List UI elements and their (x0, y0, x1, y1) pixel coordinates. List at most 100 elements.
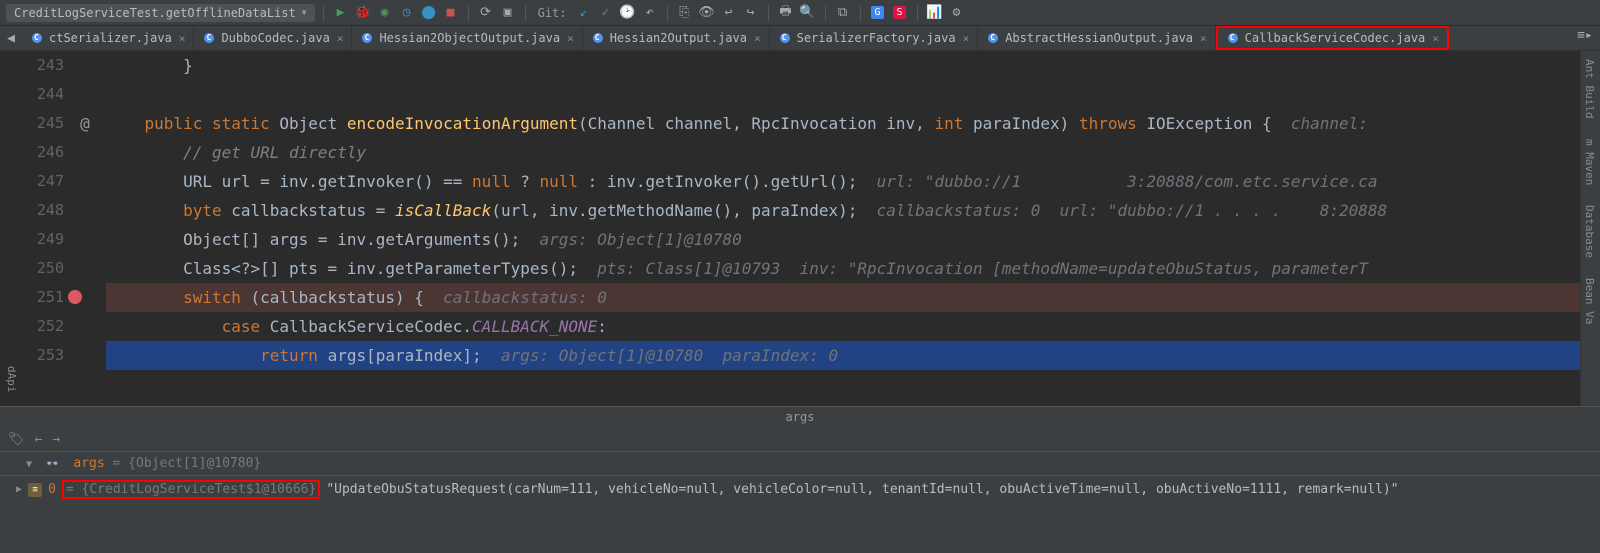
editor-tab[interactable]: SerializerFactory.java × (770, 26, 979, 50)
run-configuration-label: CreditLogServiceTest.getOfflineDataList (14, 6, 296, 20)
show-icon[interactable]: 👁 (698, 4, 716, 22)
editor-tab[interactable]: ctSerializer.java × (22, 26, 194, 50)
stop-icon[interactable]: ■ (442, 4, 460, 22)
separator (323, 5, 324, 21)
forward-icon[interactable]: ↪ (742, 4, 760, 22)
forward-icon[interactable]: → (52, 432, 60, 447)
code-line[interactable]: switch (callbackstatus) { callbackstatus… (106, 283, 1600, 312)
run-icon[interactable]: ▶ (332, 4, 350, 22)
java-class-icon (591, 31, 605, 45)
debug-toolbar: 🏷 ← → (0, 427, 1600, 451)
code-line[interactable] (106, 80, 1600, 109)
separator (917, 5, 918, 21)
debug-panel: args 🏷 ← → ▼ 👓 args = {Object[1]@10780} … (0, 406, 1600, 553)
debug-row-type: = {CreditLogServiceTest$1@10666} (62, 480, 320, 499)
expand-arrow-icon[interactable]: ▶ (16, 484, 22, 495)
code-line[interactable]: URL url = inv.getInvoker() == null ? nul… (106, 167, 1600, 196)
editor-tab[interactable]: CallbackServiceCodec.java × (1216, 26, 1449, 50)
debug-value-row[interactable]: ▶ ≡ 0 = {CreditLogServiceTest$1@10666} "… (0, 476, 1600, 503)
tabs-list-icon[interactable]: ≡▸ (1576, 26, 1594, 44)
breakpoint-gutter[interactable]: @ (64, 51, 106, 406)
code-lines[interactable]: } public static Object encodeInvocationA… (106, 51, 1600, 406)
expand-arrow-icon[interactable]: ▼ (26, 459, 32, 470)
tool-window-tab[interactable]: Database (1581, 197, 1598, 266)
close-icon[interactable]: × (963, 32, 970, 45)
tool-window-tab[interactable]: Ant Build (1581, 51, 1598, 127)
editor-tab[interactable]: Hessian2Output.java × (583, 26, 770, 50)
close-icon[interactable]: × (754, 32, 761, 45)
code-line[interactable]: } (106, 51, 1600, 80)
debug-row-index: 0 (48, 482, 56, 497)
separator (525, 5, 526, 21)
git-commit-icon[interactable]: ✓ (597, 4, 615, 22)
close-icon[interactable]: × (567, 32, 574, 45)
tab-label: CallbackServiceCodec.java (1245, 31, 1426, 45)
close-icon[interactable]: × (179, 32, 186, 45)
close-icon[interactable]: × (337, 32, 344, 45)
tool-window-tab[interactable]: Bean Va (1581, 270, 1598, 332)
tab-label: ctSerializer.java (49, 31, 172, 45)
close-icon[interactable]: × (1200, 32, 1207, 45)
print-icon[interactable]: 🖶 (777, 4, 795, 22)
editor-tab[interactable]: Hessian2ObjectOutput.java × (352, 26, 582, 50)
tree-icon[interactable]: ⧉ (834, 4, 852, 22)
code-line[interactable]: case CallbackServiceCodec.CALLBACK_NONE: (106, 312, 1600, 341)
right-tool-strip: Ant Build m Maven Database Bean Va (1580, 51, 1600, 406)
java-class-icon (360, 31, 374, 45)
editor-tab[interactable]: AbstractHessianOutput.java × (978, 26, 1215, 50)
debug-expr-name: args (73, 456, 104, 471)
new-watch-icon[interactable]: 🏷 (8, 432, 25, 447)
run-configuration-selector[interactable]: CreditLogServiceTest.getOfflineDataList … (6, 4, 315, 22)
java-class-icon (30, 31, 44, 45)
overflow-icon[interactable]: S (891, 4, 909, 22)
separator (768, 5, 769, 21)
array-element-icon: ≡ (28, 483, 42, 497)
code-line[interactable]: byte callbackstatus = isCallBack(url, in… (106, 196, 1600, 225)
rerun-icon[interactable]: ⟳ (477, 4, 495, 22)
dump-icon[interactable]: ▣ (499, 4, 517, 22)
profile-icon[interactable]: ◷ (398, 4, 416, 22)
git-history-icon[interactable]: 🕑 (619, 4, 637, 22)
java-class-icon (986, 31, 1000, 45)
tab-label: Hessian2Output.java (610, 31, 747, 45)
tab-label: Hessian2ObjectOutput.java (379, 31, 560, 45)
coverage-icon[interactable]: ◉ (376, 4, 394, 22)
code-line[interactable]: public static Object encodeInvocationArg… (106, 109, 1600, 138)
code-line[interactable]: return args[paraIndex]; args: Object[1]@… (106, 341, 1600, 370)
code-line[interactable]: // get URL directly (106, 138, 1600, 167)
google-icon[interactable]: G (869, 4, 887, 22)
breakpoint-icon[interactable] (68, 290, 82, 304)
java-class-icon (778, 31, 792, 45)
left-tool-label[interactable]: dApi (0, 358, 20, 401)
tool-window-tab[interactable]: m Maven (1581, 131, 1598, 193)
git-revert-icon[interactable]: ↶ (641, 4, 659, 22)
separator (468, 5, 469, 21)
chart-icon[interactable]: 📊 (926, 4, 944, 22)
code-line[interactable]: Object[] args = inv.getArguments(); args… (106, 225, 1600, 254)
editor-tab[interactable]: DubboCodec.java × (194, 26, 352, 50)
separator (860, 5, 861, 21)
back-icon[interactable]: ← (35, 432, 43, 447)
watch-glasses-icon: 👓 (46, 457, 60, 470)
git-update-icon[interactable]: ↙ (575, 4, 593, 22)
tab-label: SerializerFactory.java (797, 31, 956, 45)
separator (825, 5, 826, 21)
code-editor[interactable]: ✔ 243244245246247248249250251252253 @ } … (0, 51, 1600, 406)
back-icon[interactable]: ↩ (720, 4, 738, 22)
java-class-icon (202, 31, 216, 45)
tab-label: AbstractHessianOutput.java (1005, 31, 1193, 45)
editor-area: ✔ 243244245246247248249250251252253 @ } … (0, 51, 1600, 406)
scroll-tabs-left-icon[interactable]: ◀ (0, 26, 22, 50)
search-icon[interactable]: 🔍 (799, 4, 817, 22)
close-icon[interactable]: × (1432, 32, 1439, 45)
debug-expression-row[interactable]: ▼ 👓 args = {Object[1]@10780} (0, 451, 1600, 476)
chevron-down-icon: ▼ (302, 8, 307, 17)
gear-icon[interactable]: ⚙ (948, 4, 966, 22)
code-line[interactable]: Class<?>[] pts = inv.getParameterTypes()… (106, 254, 1600, 283)
tab-label: DubboCodec.java (221, 31, 329, 45)
java-class-icon (1226, 31, 1240, 45)
build-icon[interactable]: ⎘ (676, 4, 694, 22)
attach-icon[interactable]: ⬤ (420, 4, 438, 22)
override-gutter-icon[interactable]: @ (64, 109, 106, 138)
debug-icon[interactable]: 🐞 (354, 4, 372, 22)
